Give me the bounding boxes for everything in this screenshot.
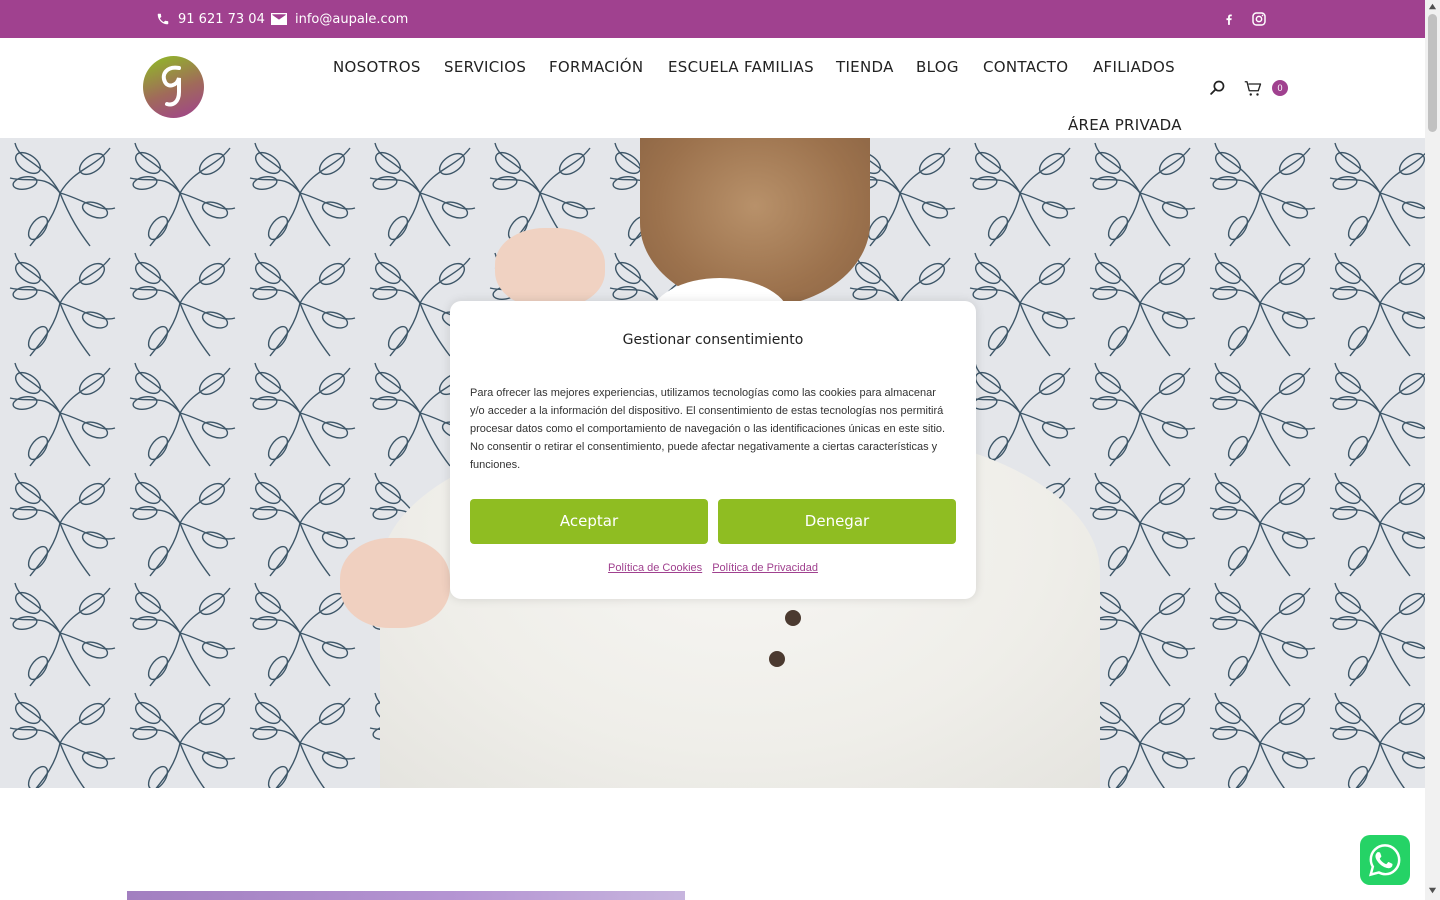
facebook-icon (1226, 14, 1232, 25)
child-hand (340, 538, 450, 628)
whatsapp-button[interactable] (1360, 835, 1410, 885)
dialog-title: Gestionar consentimiento (622, 332, 804, 348)
cart-button[interactable] (1244, 80, 1262, 102)
page-scrollbar[interactable] (1425, 0, 1440, 900)
top-bar: 91 621 73 04 info@aupale.com (0, 0, 1425, 38)
facebook-link[interactable] (1222, 0, 1236, 38)
policy-links: Política de Cookies Política de Privacid… (450, 562, 976, 574)
nav-item-area-privada[interactable]: ÁREA PRIVADA (1068, 116, 1182, 134)
nav-item-blog[interactable]: BLOG (916, 58, 959, 76)
dialog-description: Para ofrecer las mejores experiencias, u… (470, 387, 946, 471)
nav-item-servicios[interactable]: SERVICIOS (444, 58, 526, 76)
content-image-preview (127, 891, 685, 900)
phone-icon (157, 13, 169, 25)
nav-item-nosotros[interactable]: NOSOTROS (333, 58, 421, 76)
scroll-down-arrow-icon[interactable] (1428, 886, 1437, 895)
site-header: NOSOTROS SERVICIOS FORMACIÓN ESCUELA FAM… (0, 38, 1425, 138)
mail-icon (271, 13, 287, 25)
privacy-policy-link[interactable]: Política de Privacidad (712, 562, 818, 574)
cart-count-badge: 0 (1272, 80, 1288, 96)
scrollbar-thumb[interactable] (1428, 14, 1437, 132)
nav-item-contacto[interactable]: CONTACTO (983, 58, 1068, 76)
cookie-policy-link[interactable]: Política de Cookies (608, 562, 702, 574)
phone-link[interactable]: 91 621 73 04 (156, 0, 265, 38)
nav-item-tienda[interactable]: TIENDA (836, 58, 894, 76)
nav-item-afiliados[interactable]: AFILIADOS (1093, 58, 1175, 76)
email-link[interactable]: info@aupale.com (271, 0, 408, 38)
whatsapp-icon (1368, 844, 1401, 877)
instagram-link[interactable] (1251, 0, 1267, 38)
cookie-consent-dialog: Gestionar consentimiento Para ofrecer la… (450, 301, 976, 599)
scroll-up-arrow-icon[interactable] (1428, 2, 1437, 11)
clothing-button (769, 651, 785, 667)
child-hand (495, 228, 605, 308)
logo-mark-icon (161, 65, 181, 107)
search-icon (1210, 80, 1225, 95)
site-logo[interactable] (143, 56, 204, 118)
phone-number: 91 621 73 04 (178, 11, 265, 27)
email-address: info@aupale.com (295, 11, 409, 27)
nav-item-formacion[interactable]: FORMACIÓN (549, 58, 643, 76)
clothing-button (785, 610, 801, 626)
deny-button[interactable]: Denegar (718, 499, 956, 544)
nav-item-escuela-familias[interactable]: ESCUELA FAMILIAS (668, 58, 814, 76)
cart-icon (1244, 81, 1262, 96)
instagram-icon (1252, 12, 1266, 26)
search-button[interactable] (1209, 79, 1226, 101)
accept-button[interactable]: Aceptar (470, 499, 708, 544)
